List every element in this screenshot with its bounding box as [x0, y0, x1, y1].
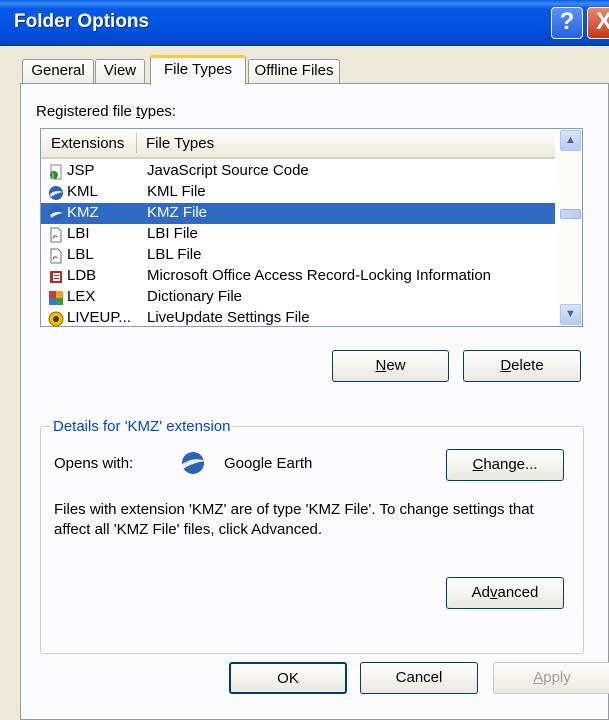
- liveupdate-icon: [48, 311, 64, 326]
- dictionary-icon: [49, 291, 63, 305]
- file-types-list[interactable]: Extensions File Types J JSP JavaScript S…: [40, 128, 583, 327]
- ok-button[interactable]: OK: [229, 662, 347, 694]
- google-earth-icon: [181, 452, 206, 474]
- column-divider[interactable]: [136, 133, 137, 153]
- details-description: Files with extension 'KMZ' are of type '…: [54, 501, 534, 538]
- access-icon: [50, 271, 62, 283]
- help-icon[interactable]: ?: [551, 7, 583, 39]
- tab-offline-files[interactable]: Offline Files: [248, 59, 340, 83]
- advanced-button[interactable]: Advanced: [446, 577, 564, 609]
- script-icon: J: [50, 164, 62, 180]
- generic-file-icon: [50, 227, 62, 243]
- scroll-thumb[interactable]: [560, 209, 581, 219]
- close-icon[interactable]: X: [587, 7, 609, 39]
- list-item[interactable]: LBI LBI File: [41, 224, 555, 245]
- column-header-file-types[interactable]: File Types: [146, 135, 214, 152]
- opens-with-app-name: Google Earth: [224, 455, 313, 472]
- list-item-selected[interactable]: KMZ KMZ File: [41, 203, 555, 224]
- google-earth-icon: [49, 186, 63, 200]
- tab-general[interactable]: General: [22, 59, 94, 83]
- scroll-up-icon[interactable]: ▲: [560, 130, 581, 151]
- list-item[interactable]: J JSP JavaScript Source Code: [41, 161, 555, 182]
- list-item[interactable]: LIVEUP... LiveUpdate Settings File: [41, 308, 555, 326]
- column-header-extensions[interactable]: Extensions: [51, 135, 124, 152]
- registered-file-types-label: Registered file types:: [36, 103, 177, 120]
- list-item[interactable]: KML KML File: [41, 182, 555, 203]
- title-bar[interactable]: Folder Options ? X: [0, 0, 609, 46]
- generic-file-icon: [50, 248, 62, 264]
- tab-file-types[interactable]: File Types: [150, 55, 246, 85]
- list-header: Extensions File Types: [41, 129, 555, 159]
- list-item[interactable]: LEX Dictionary File: [41, 287, 555, 308]
- scroll-down-icon[interactable]: ▼: [560, 304, 581, 325]
- details-legend: Details for 'KMZ' extension: [50, 418, 234, 435]
- opens-with-label: Opens with:: [54, 455, 134, 472]
- apply-button[interactable]: Apply: [493, 662, 609, 694]
- list-item[interactable]: LBL LBL File: [41, 245, 555, 266]
- cancel-button[interactable]: Cancel: [360, 662, 478, 694]
- window-title: Folder Options: [14, 11, 150, 32]
- google-earth-icon: [49, 207, 63, 221]
- tab-view[interactable]: View: [95, 59, 145, 83]
- change-button[interactable]: Change...: [446, 449, 564, 481]
- new-button[interactable]: New: [332, 350, 449, 382]
- delete-button[interactable]: Delete: [463, 350, 581, 382]
- list-item[interactable]: LDB Microsoft Office Access Record-Locki…: [41, 266, 555, 287]
- vertical-scrollbar[interactable]: ▲ ▼: [559, 129, 582, 326]
- svg-text:J: J: [51, 172, 54, 180]
